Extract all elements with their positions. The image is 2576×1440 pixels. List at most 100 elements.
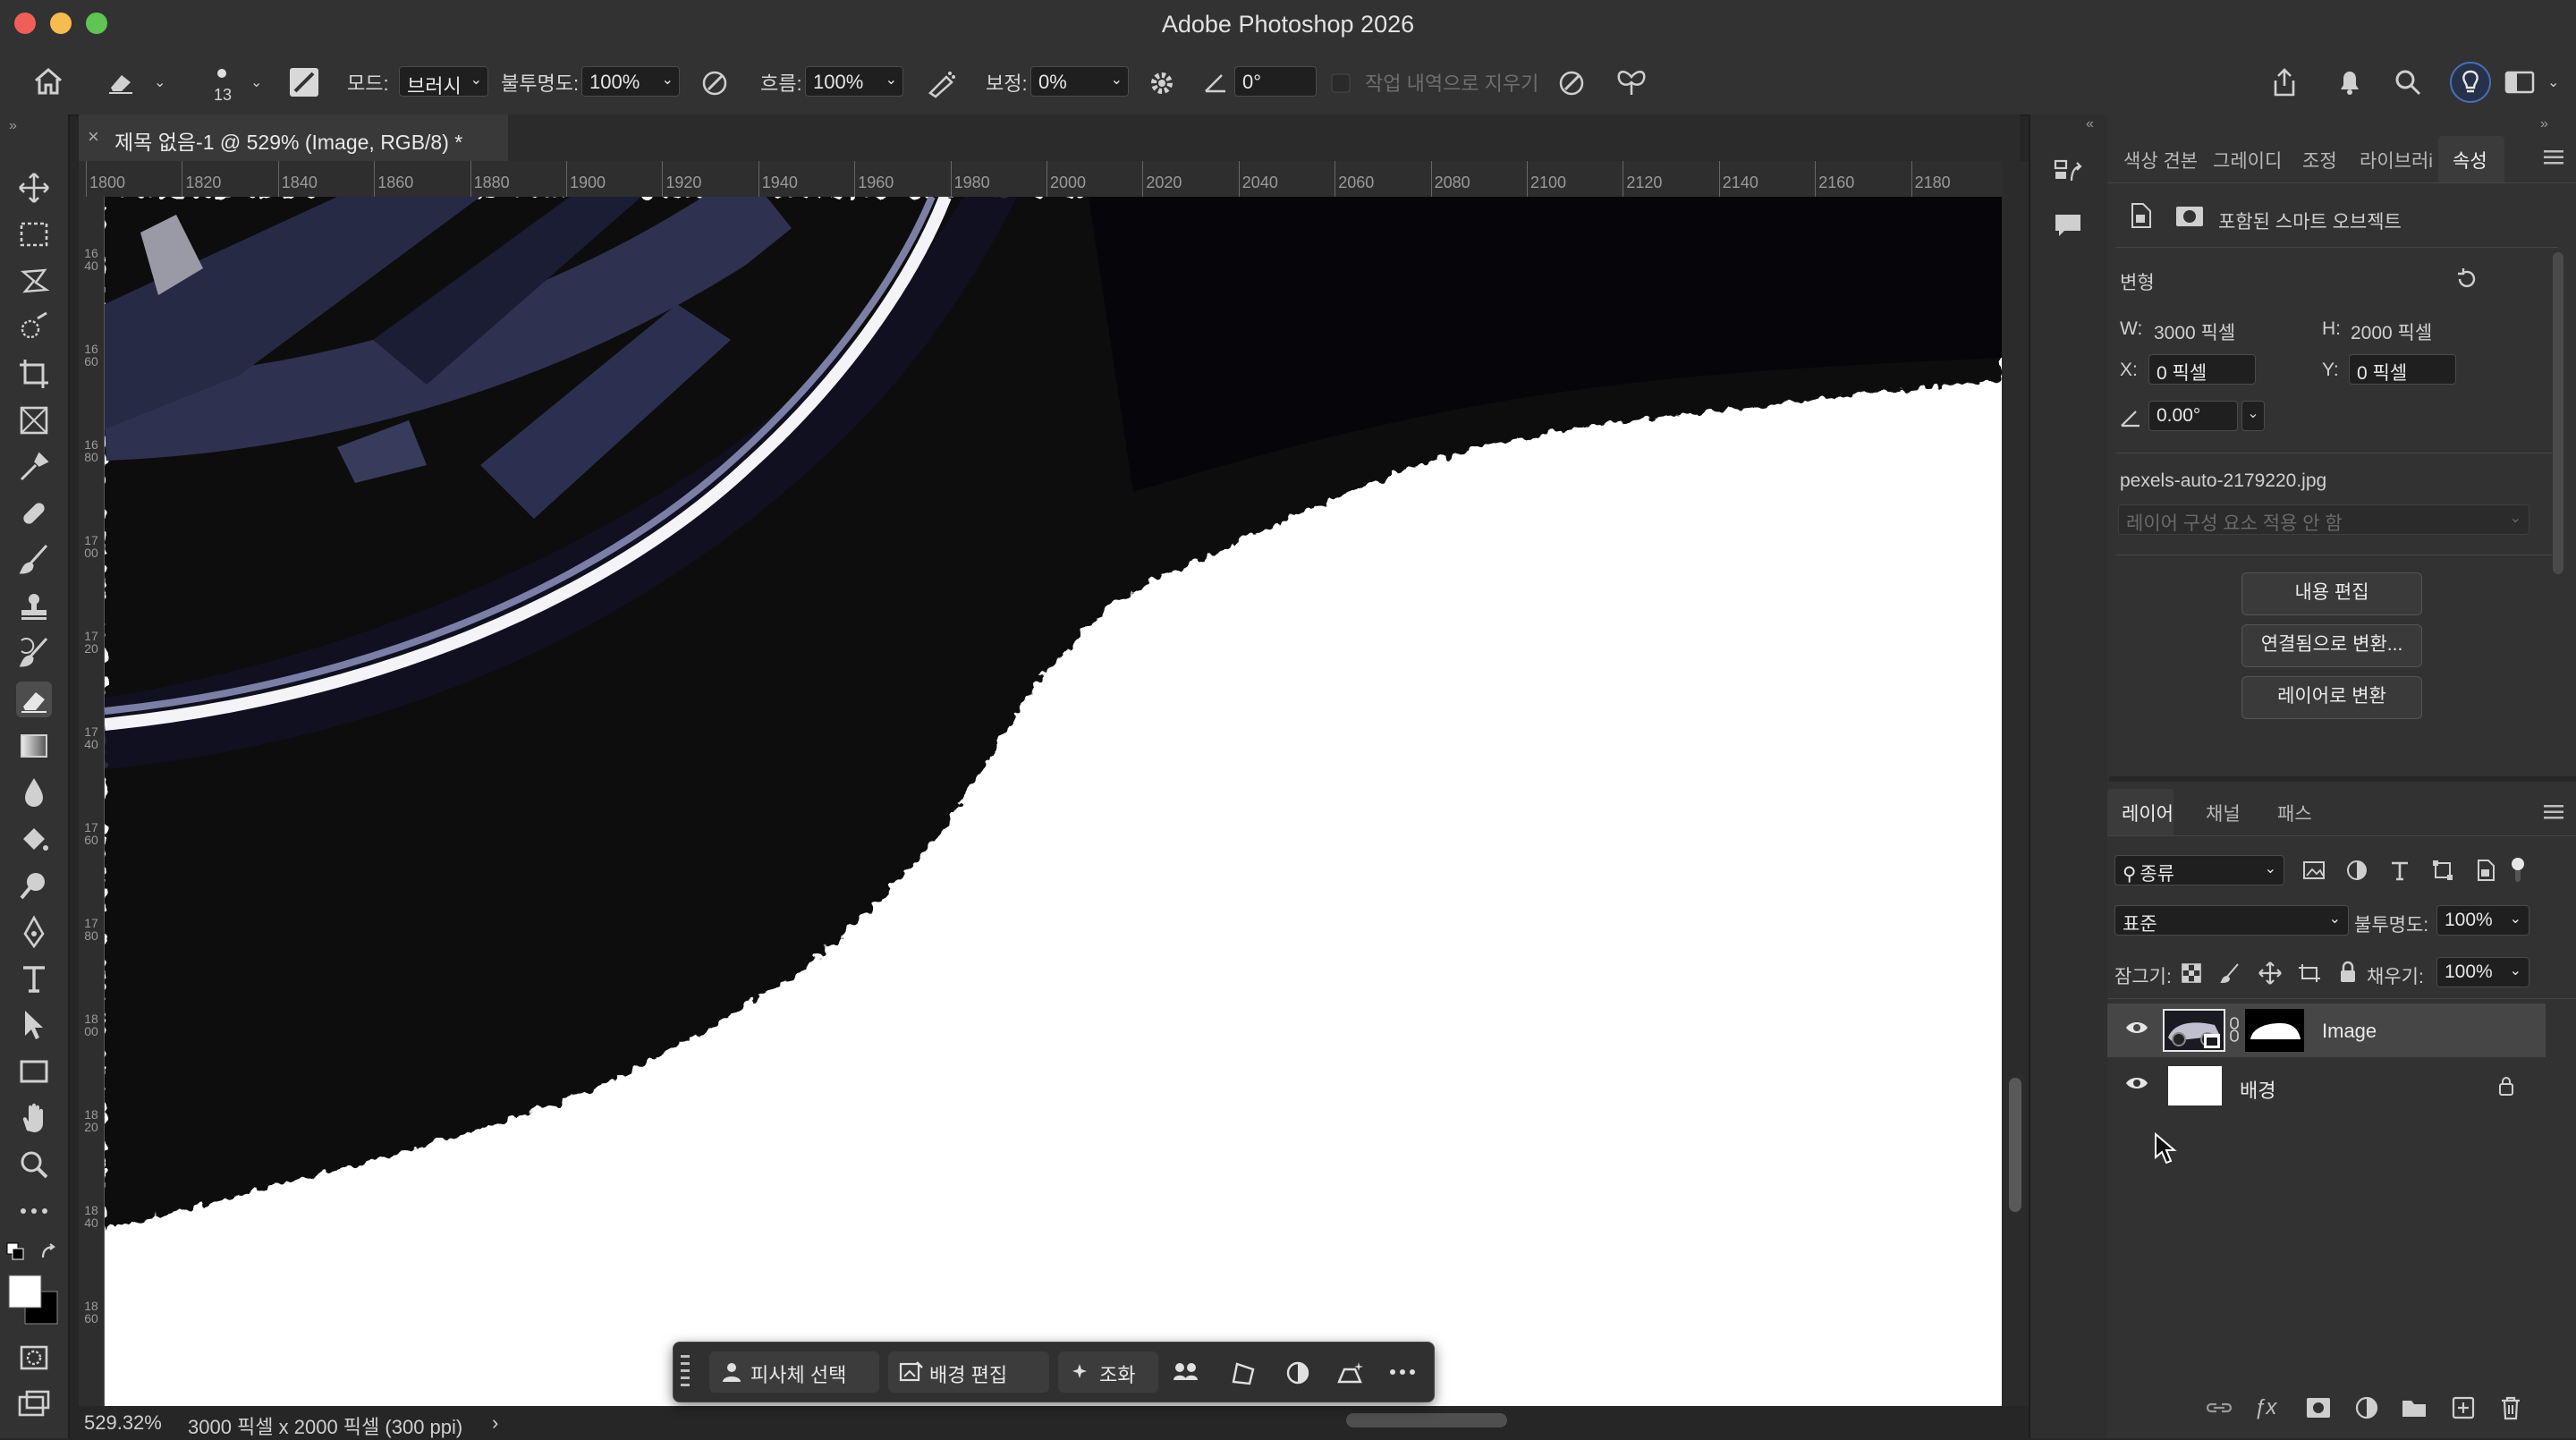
layer-name[interactable]: 배경 bbox=[2240, 1075, 2275, 1104]
select-subject-button[interactable]: 피사체 선택 bbox=[709, 1351, 879, 1393]
zoom-level[interactable]: 529.32% bbox=[84, 1411, 162, 1435]
close-tab-icon[interactable]: × bbox=[88, 125, 99, 148]
chevron-down-icon[interactable]: ⌄ bbox=[2241, 401, 2265, 431]
layer-row-background[interactable]: 배경 bbox=[2107, 1059, 2546, 1113]
tab-channels[interactable]: 채널 bbox=[2206, 800, 2241, 826]
blur-tool-icon[interactable] bbox=[16, 775, 52, 810]
layer-filter-select[interactable]: ⚲ 종류 ⌄ bbox=[2114, 855, 2284, 885]
lock-position-icon[interactable] bbox=[2258, 961, 2283, 986]
status-menu-arrow[interactable]: › bbox=[492, 1411, 498, 1435]
harmonize-button[interactable]: 조화 bbox=[1058, 1351, 1158, 1393]
edit-background-button[interactable]: 배경 편집 bbox=[888, 1351, 1049, 1393]
frame-tool-icon[interactable] bbox=[16, 402, 52, 438]
home-icon[interactable] bbox=[32, 66, 64, 97]
workspace-icon[interactable] bbox=[2504, 70, 2535, 95]
screen-mode-icon[interactable] bbox=[16, 1386, 52, 1422]
mask-link-icon[interactable] bbox=[2229, 1016, 2240, 1043]
object-selection-tool-icon[interactable] bbox=[16, 309, 52, 345]
quick-mask-icon[interactable] bbox=[16, 1340, 52, 1376]
eyedropper-tool-icon[interactable] bbox=[16, 449, 52, 485]
healing-brush-tool-icon[interactable] bbox=[16, 496, 52, 531]
pressure-opacity-icon[interactable] bbox=[699, 68, 730, 98]
more-tools-icon[interactable] bbox=[16, 1193, 52, 1229]
lock-transparent-icon[interactable] bbox=[2181, 962, 2202, 984]
brush-size-icon[interactable] bbox=[215, 66, 229, 80]
new-layer-icon[interactable] bbox=[2451, 1395, 2476, 1420]
fx-icon[interactable]: ƒx bbox=[2254, 1395, 2276, 1420]
eye-visibility-icon[interactable] bbox=[2125, 1075, 2148, 1091]
panel-menu-icon[interactable] bbox=[2544, 805, 2563, 819]
convert-to-linked-button[interactable]: 연결됨으로 변환... bbox=[2241, 624, 2422, 667]
new-adjustment-icon[interactable] bbox=[2354, 1395, 2379, 1420]
color-swatches[interactable] bbox=[7, 1274, 61, 1327]
document-tab[interactable]: × 제목 없음-1 @ 529% (Image, RGB/8) * bbox=[79, 114, 508, 161]
bell-icon[interactable] bbox=[2334, 66, 2365, 97]
dodge-tool-icon[interactable] bbox=[16, 868, 52, 903]
brush-settings-icon[interactable] bbox=[288, 66, 320, 98]
convert-to-layers-button[interactable]: 레이어로 변환 bbox=[2241, 676, 2422, 719]
generative-fill-icon[interactable] bbox=[1337, 1360, 1366, 1385]
chevron-down-icon[interactable]: ⌄ bbox=[154, 73, 165, 91]
tab-adjustments[interactable]: 조정 bbox=[2302, 147, 2337, 174]
type-tool-icon[interactable] bbox=[16, 961, 52, 996]
more-options-icon[interactable] bbox=[1389, 1368, 1416, 1376]
flow-input[interactable]: 100% ⌄ bbox=[805, 66, 903, 97]
pressure-size-icon[interactable] bbox=[1556, 68, 1587, 98]
panel-menu-icon[interactable] bbox=[2544, 150, 2563, 165]
lock-icon[interactable] bbox=[2497, 1075, 2515, 1097]
path-selection-tool-icon[interactable] bbox=[16, 1007, 52, 1043]
zoom-tool-icon[interactable] bbox=[16, 1147, 52, 1182]
filter-shape-icon[interactable] bbox=[2431, 859, 2454, 882]
lock-all-icon[interactable] bbox=[2338, 961, 2358, 984]
people-icon[interactable] bbox=[1173, 1360, 1199, 1384]
vertical-scrollbar[interactable] bbox=[2002, 161, 2029, 1406]
filter-type-icon[interactable] bbox=[2388, 859, 2411, 882]
filter-toggle-icon[interactable] bbox=[2510, 857, 2526, 884]
tab-libraries[interactable]: 라이브러i bbox=[2360, 147, 2433, 174]
filter-adjustment-icon[interactable] bbox=[2345, 859, 2368, 882]
gradient-tool-icon[interactable] bbox=[16, 728, 52, 764]
transform-icon[interactable] bbox=[1230, 1360, 1257, 1385]
tab-swatches[interactable]: 색상 견본 bbox=[2123, 147, 2198, 174]
layer-comp-select[interactable]: 레이어 구성 요소 적용 안 함 ⌄ bbox=[2118, 504, 2529, 535]
tab-properties[interactable]: 속성 bbox=[2438, 136, 2504, 182]
eraser-tool-icon[interactable] bbox=[16, 682, 52, 717]
rotation-input[interactable]: 0.00° bbox=[2148, 401, 2238, 431]
move-tool-icon[interactable] bbox=[16, 170, 52, 206]
search-icon[interactable] bbox=[2394, 68, 2422, 97]
lasso-tool-icon[interactable] bbox=[16, 263, 52, 299]
eye-visibility-icon[interactable] bbox=[2125, 1020, 2148, 1036]
document-canvas[interactable] bbox=[105, 197, 2002, 1406]
eraser-tool-preset-icon[interactable] bbox=[106, 68, 138, 95]
properties-scroll-thumb[interactable] bbox=[2553, 252, 2563, 574]
symmetry-butterfly-icon[interactable] bbox=[1615, 68, 1648, 98]
drag-handle-icon[interactable] bbox=[681, 1353, 690, 1391]
crop-tool-icon[interactable] bbox=[16, 356, 52, 392]
history-brush-tool-icon[interactable] bbox=[16, 635, 52, 671]
layer-name[interactable]: Image bbox=[2322, 1020, 2377, 1043]
discover-lightbulb-icon[interactable] bbox=[2449, 61, 2492, 104]
erase-history-checkbox[interactable] bbox=[1331, 73, 1351, 93]
filter-smart-object-icon[interactable] bbox=[2474, 859, 2497, 882]
paint-bucket-tool-icon[interactable] bbox=[16, 821, 52, 857]
comments-panel-icon[interactable] bbox=[2052, 209, 2084, 241]
layer-row-image[interactable]: Image bbox=[2107, 1004, 2546, 1057]
expand-toolbar-icon[interactable]: » bbox=[9, 118, 17, 134]
new-group-icon[interactable] bbox=[2401, 1397, 2428, 1419]
adjustment-icon[interactable] bbox=[1285, 1360, 1310, 1385]
tab-paths[interactable]: 패스 bbox=[2277, 800, 2312, 826]
smoothing-input[interactable]: 0% ⌄ bbox=[1030, 66, 1129, 97]
opacity-input[interactable]: 100% ⌄ bbox=[581, 66, 680, 97]
brush-tool-icon[interactable] bbox=[16, 542, 52, 578]
chevron-down-icon[interactable]: ⌄ bbox=[2547, 73, 2559, 91]
lock-pixels-icon[interactable] bbox=[2220, 962, 2241, 984]
blend-mode-select[interactable]: 표준 ⌄ bbox=[2114, 905, 2349, 936]
reset-transform-icon[interactable] bbox=[2454, 267, 2479, 292]
fill-input[interactable]: 100% ⌄ bbox=[2436, 957, 2529, 987]
tab-gradients[interactable]: 그레이디 bbox=[2213, 147, 2282, 174]
y-position-input[interactable]: 0 픽셀 bbox=[2349, 354, 2456, 385]
stamp-tool-icon[interactable] bbox=[16, 589, 52, 624]
collapse-panels-icon[interactable]: « bbox=[2086, 116, 2094, 132]
add-mask-icon[interactable] bbox=[2306, 1397, 2331, 1419]
swap-colors-icon[interactable] bbox=[39, 1243, 59, 1263]
